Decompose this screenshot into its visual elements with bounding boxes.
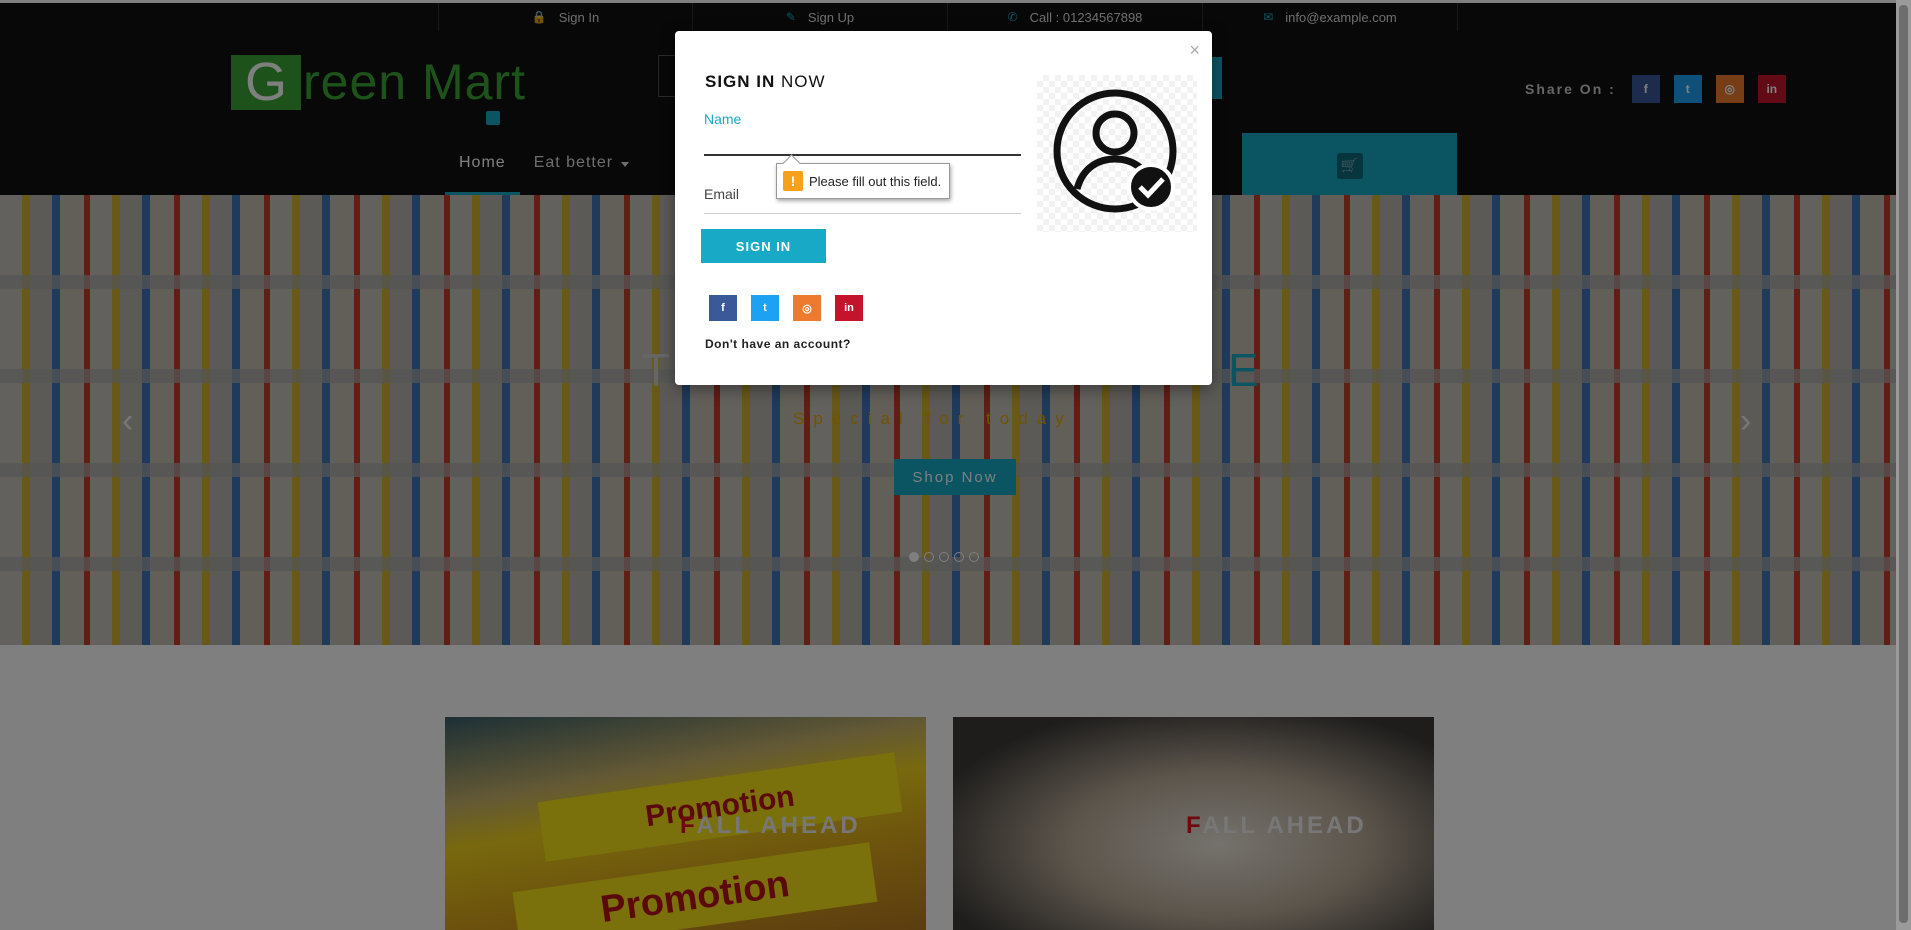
sign-in-modal: × SIGN IN NOW Name Email ! Please fill o… <box>675 31 1212 385</box>
close-icon[interactable]: × <box>1189 40 1200 61</box>
linkedin-icon[interactable]: in <box>835 295 863 321</box>
twitter-icon[interactable]: t <box>751 295 779 321</box>
name-label: Name <box>704 111 742 127</box>
scrollbar-thumb[interactable] <box>1899 5 1908 923</box>
modal-title: SIGN IN NOW <box>705 72 826 92</box>
user-check-icon <box>1053 89 1177 213</box>
name-field[interactable] <box>704 129 1021 153</box>
name-field-underline <box>704 154 1021 156</box>
instagram-icon[interactable]: ◎ <box>793 295 821 321</box>
sign-in-button[interactable]: SIGN IN <box>701 229 826 263</box>
modal-social-links: f t ◎ in <box>709 295 863 321</box>
email-field-underline <box>704 213 1021 214</box>
modal-title-rest: NOW <box>781 72 826 91</box>
validation-message: Please fill out this field. <box>809 173 942 189</box>
warning-icon: ! <box>783 171 803 191</box>
validation-tooltip: ! Please fill out this field. <box>776 163 951 199</box>
avatar <box>1037 75 1197 232</box>
no-account-link[interactable]: Don't have an account? <box>705 337 851 351</box>
facebook-icon[interactable]: f <box>709 295 737 321</box>
modal-title-bold: SIGN IN <box>705 72 776 91</box>
